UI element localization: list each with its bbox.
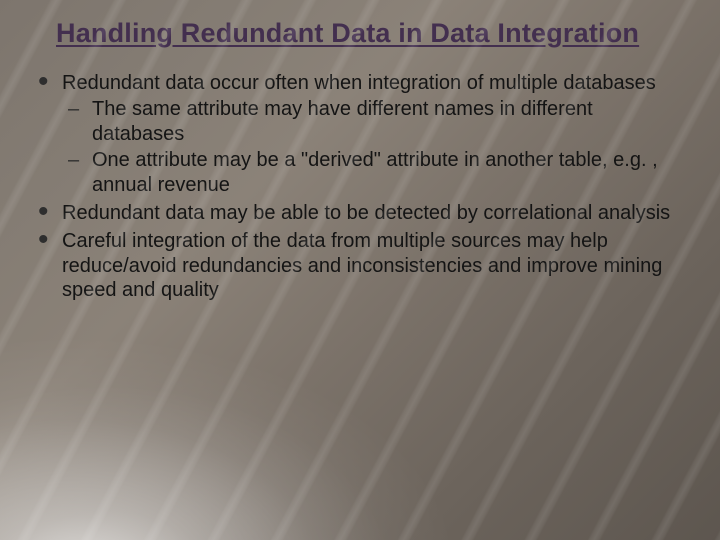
slide: Handling Redundant Data in Data Integrat… (0, 0, 720, 540)
sub-list: The same attribute may have different na… (62, 97, 688, 197)
list-item: Redundant data may be able to be detecte… (30, 201, 688, 225)
sub-list-item-text: The same attribute may have different na… (92, 98, 593, 144)
bullet-list: Redundant data occur often when integrat… (26, 71, 694, 303)
list-item-text: Redundant data may be able to be detecte… (62, 202, 670, 224)
sub-list-item: One attribute may be a "derived" attribu… (62, 148, 688, 197)
slide-title: Handling Redundant Data in Data Integrat… (56, 18, 694, 49)
sub-list-item: The same attribute may have different na… (62, 97, 688, 146)
list-item: Careful integration of the data from mul… (30, 229, 688, 302)
list-item: Redundant data occur often when integrat… (30, 71, 688, 197)
list-item-text: Redundant data occur often when integrat… (62, 72, 656, 94)
sub-list-item-text: One attribute may be a "derived" attribu… (92, 149, 658, 195)
list-item-text: Careful integration of the data from mul… (62, 230, 662, 301)
